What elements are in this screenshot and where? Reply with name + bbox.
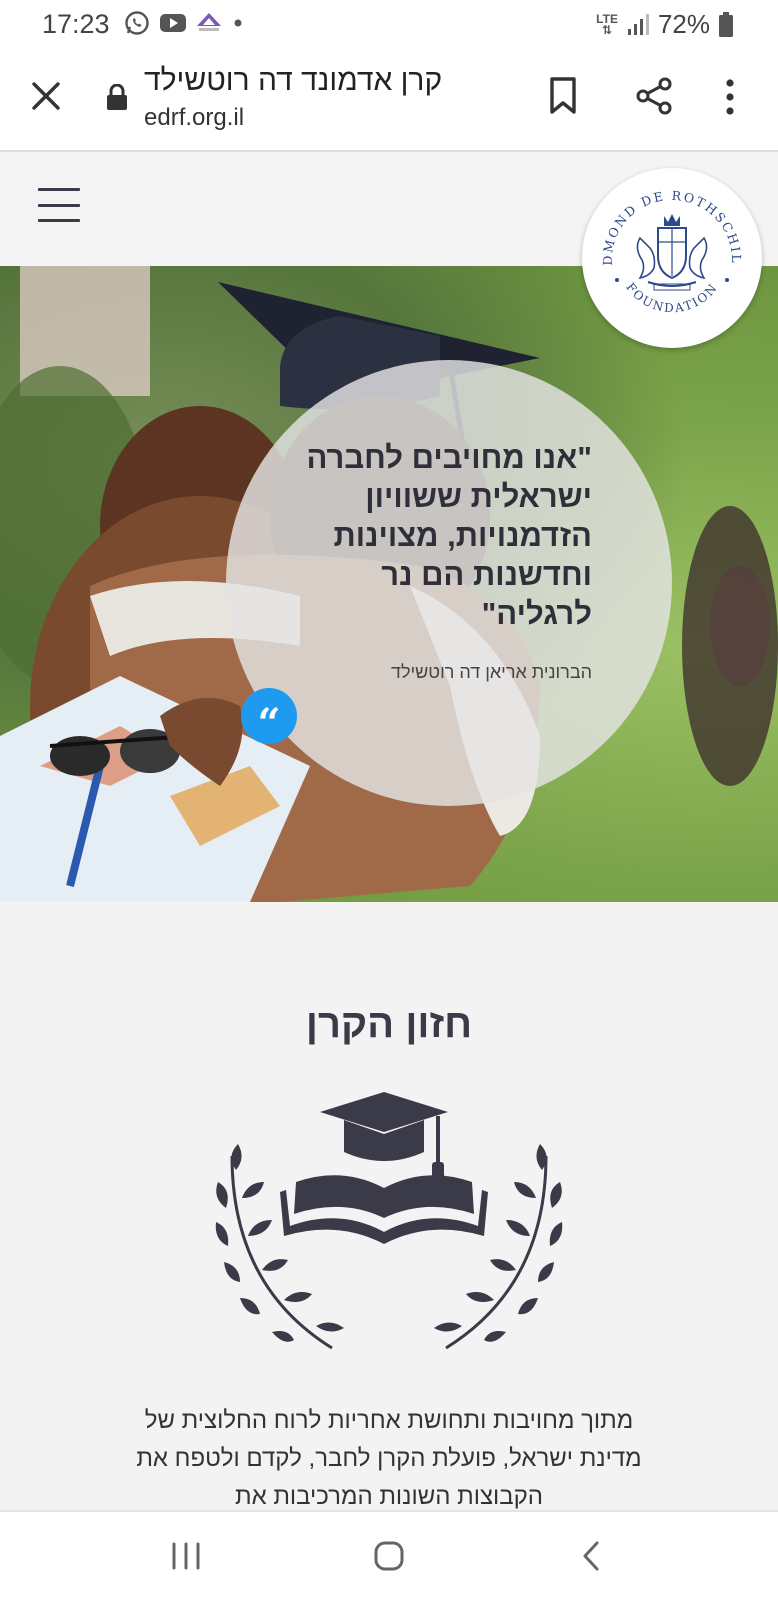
network-indicator: LTE ⇅ — [596, 11, 618, 37]
status-time: 17:23 — [42, 9, 110, 39]
battery-percent: 72% — [657, 9, 710, 39]
notification-icons — [124, 10, 244, 36]
share-icon[interactable] — [634, 76, 674, 116]
foundation-logo[interactable]: EDMOND DE ROTHSCHILD FOUNDATION — [576, 156, 762, 348]
quote-author: הברונית אריאן דה רוטשילד — [390, 662, 592, 682]
lock-icon[interactable] — [106, 84, 128, 110]
logo-text-top: EDMOND DE ROTHSCHILD — [576, 156, 742, 266]
hero-quote: "אנו מחויבים לחברה ישראלית ששוויון הזדמנ… — [306, 440, 592, 631]
hero-banner: "אנו מחויבים לחברה ישראלית ששוויון הזדמנ… — [0, 266, 778, 902]
graduation-book-icon — [215, 1092, 563, 1350]
svg-text:EDMOND DE ROTHSCHILD: EDMOND DE ROTHSCHILD — [582, 168, 744, 266]
vision-title: חזון הקרן — [305, 1002, 473, 1046]
more-options-icon[interactable] — [724, 78, 736, 116]
browser-toolbar: קרן אדמונד דה רוטשילד edrf.org.il — [0, 48, 778, 152]
url-text[interactable]: edrf.org.il — [144, 104, 244, 132]
home-icon[interactable] — [373, 1540, 405, 1572]
recent-apps-icon[interactable] — [170, 1542, 202, 1570]
signal-icon — [627, 13, 649, 35]
logo-crest-icon: EDMOND DE ROTHSCHILD FOUNDATION — [576, 156, 744, 315]
quote-marks-icon: “ — [241, 688, 297, 747]
youtube-icon — [160, 14, 186, 32]
battery-icon — [719, 11, 733, 37]
menu-icon[interactable] — [38, 188, 80, 222]
vision-body: מתוך מחויבות ותחושת אחריות לרוח החלוצית … — [136, 1407, 642, 1510]
vision-section: חזון הקרן מתוך מחויבות ותחושת אחריות לרו… — [0, 902, 778, 1510]
back-icon[interactable] — [580, 1540, 602, 1572]
dot-icon — [234, 19, 242, 27]
status-bar: 17:23 LTE ⇅ 72% — [0, 0, 778, 48]
bookmark-icon[interactable] — [548, 76, 578, 116]
system-nav-bar — [0, 1510, 778, 1600]
page-title[interactable]: קרן אדמונד דה רוטשילד — [144, 64, 474, 98]
whatsapp-icon — [125, 11, 149, 35]
close-icon[interactable] — [28, 78, 64, 114]
app-icon — [197, 13, 221, 31]
